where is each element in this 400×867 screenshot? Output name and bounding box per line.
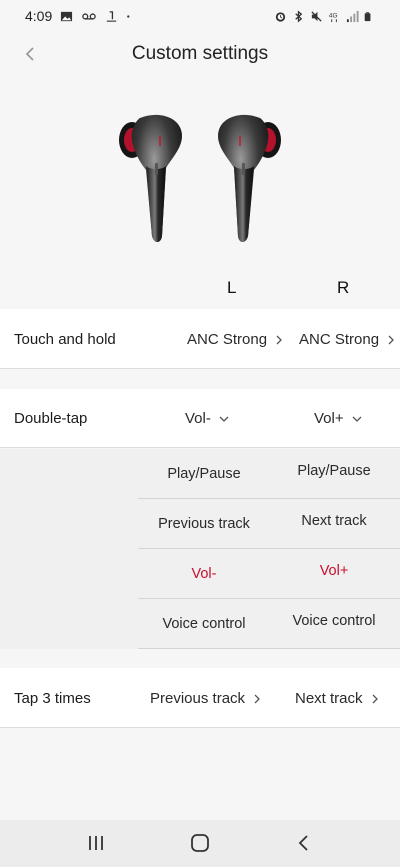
double-tap-row: Double-tap Vol- Vol+ xyxy=(0,389,400,448)
chevron-right-icon xyxy=(254,694,261,704)
chevron-down-icon xyxy=(219,416,229,422)
home-icon[interactable] xyxy=(186,832,214,854)
alarm-icon xyxy=(275,11,286,22)
double-tap-options-panel: Play/Pause Play/Pause Previous track Nex… xyxy=(0,449,400,649)
status-bar: 4:09 4G xyxy=(0,0,400,32)
left-option-previous-track[interactable]: Previous track xyxy=(139,516,269,532)
left-option-vol-down-selected[interactable]: Vol- xyxy=(139,566,269,582)
touch-and-hold-right-select[interactable]: ANC Strong xyxy=(299,331,395,348)
bluetooth-icon xyxy=(295,9,303,23)
touch-and-hold-left-value: ANC Strong xyxy=(187,331,268,348)
right-option-play-pause[interactable]: Play/Pause xyxy=(269,463,399,479)
tap-3-times-left-value: Previous track xyxy=(150,690,246,707)
navigation-bar xyxy=(0,820,400,867)
double-tap-left-select[interactable]: Vol- xyxy=(185,410,229,427)
left-earbud xyxy=(119,114,182,242)
left-option-voice-control[interactable]: Voice control xyxy=(139,616,269,632)
image-icon xyxy=(60,11,73,21)
signal-app-icon xyxy=(106,10,117,22)
option-divider xyxy=(138,498,400,499)
voicemail-icon xyxy=(82,12,96,20)
right-option-vol-up-selected[interactable]: Vol+ xyxy=(269,563,399,579)
tap-3-times-right-select[interactable]: Next track xyxy=(295,690,379,707)
right-earbud xyxy=(218,114,281,242)
back-icon[interactable] xyxy=(290,832,318,854)
status-left-icons xyxy=(60,8,134,24)
left-option-play-pause[interactable]: Play/Pause xyxy=(139,466,269,482)
double-tap-right-select[interactable]: Vol+ xyxy=(314,410,362,427)
double-tap-label: Double-tap xyxy=(14,410,88,427)
touch-and-hold-right-value: ANC Strong xyxy=(299,331,380,348)
recents-icon[interactable] xyxy=(82,832,110,854)
earbuds-image xyxy=(119,114,281,242)
status-time: 4:09 xyxy=(25,8,53,24)
dot-icon xyxy=(127,14,130,18)
svg-text:4G: 4G xyxy=(329,12,338,19)
signal-bars-icon xyxy=(346,10,359,22)
chevron-down-icon xyxy=(352,416,362,422)
chevron-right-icon xyxy=(276,335,283,345)
tap-3-times-row: Tap 3 times Previous track Next track xyxy=(0,668,400,728)
4g-icon: 4G xyxy=(329,12,338,22)
tap-3-times-label: Tap 3 times xyxy=(14,690,91,707)
double-tap-left-value: Vol- xyxy=(185,410,211,427)
battery-icon xyxy=(364,11,371,21)
touch-and-hold-row: Touch and hold ANC Strong ANC Strong xyxy=(0,309,400,369)
mute-icon xyxy=(311,10,322,22)
right-option-next-track[interactable]: Next track xyxy=(269,513,399,529)
chevron-right-icon xyxy=(388,335,395,345)
left-earbud-label: L xyxy=(227,278,237,297)
right-earbud-label: R xyxy=(337,278,350,297)
chevron-right-icon xyxy=(372,694,378,704)
tap-3-times-left-select[interactable]: Previous track xyxy=(150,690,261,707)
right-option-voice-control[interactable]: Voice control xyxy=(269,613,399,629)
option-divider xyxy=(138,598,400,599)
app-header: Custom settings xyxy=(0,36,400,72)
option-divider xyxy=(138,648,400,649)
page-title: Custom settings xyxy=(131,43,269,64)
touch-and-hold-left-select[interactable]: ANC Strong xyxy=(187,331,283,348)
double-tap-right-value: Vol+ xyxy=(314,410,344,427)
touch-and-hold-label: Touch and hold xyxy=(14,331,116,348)
option-divider xyxy=(138,548,400,549)
tap-3-times-right-value: Next track xyxy=(295,690,363,707)
status-right-icons: 4G xyxy=(274,8,374,24)
